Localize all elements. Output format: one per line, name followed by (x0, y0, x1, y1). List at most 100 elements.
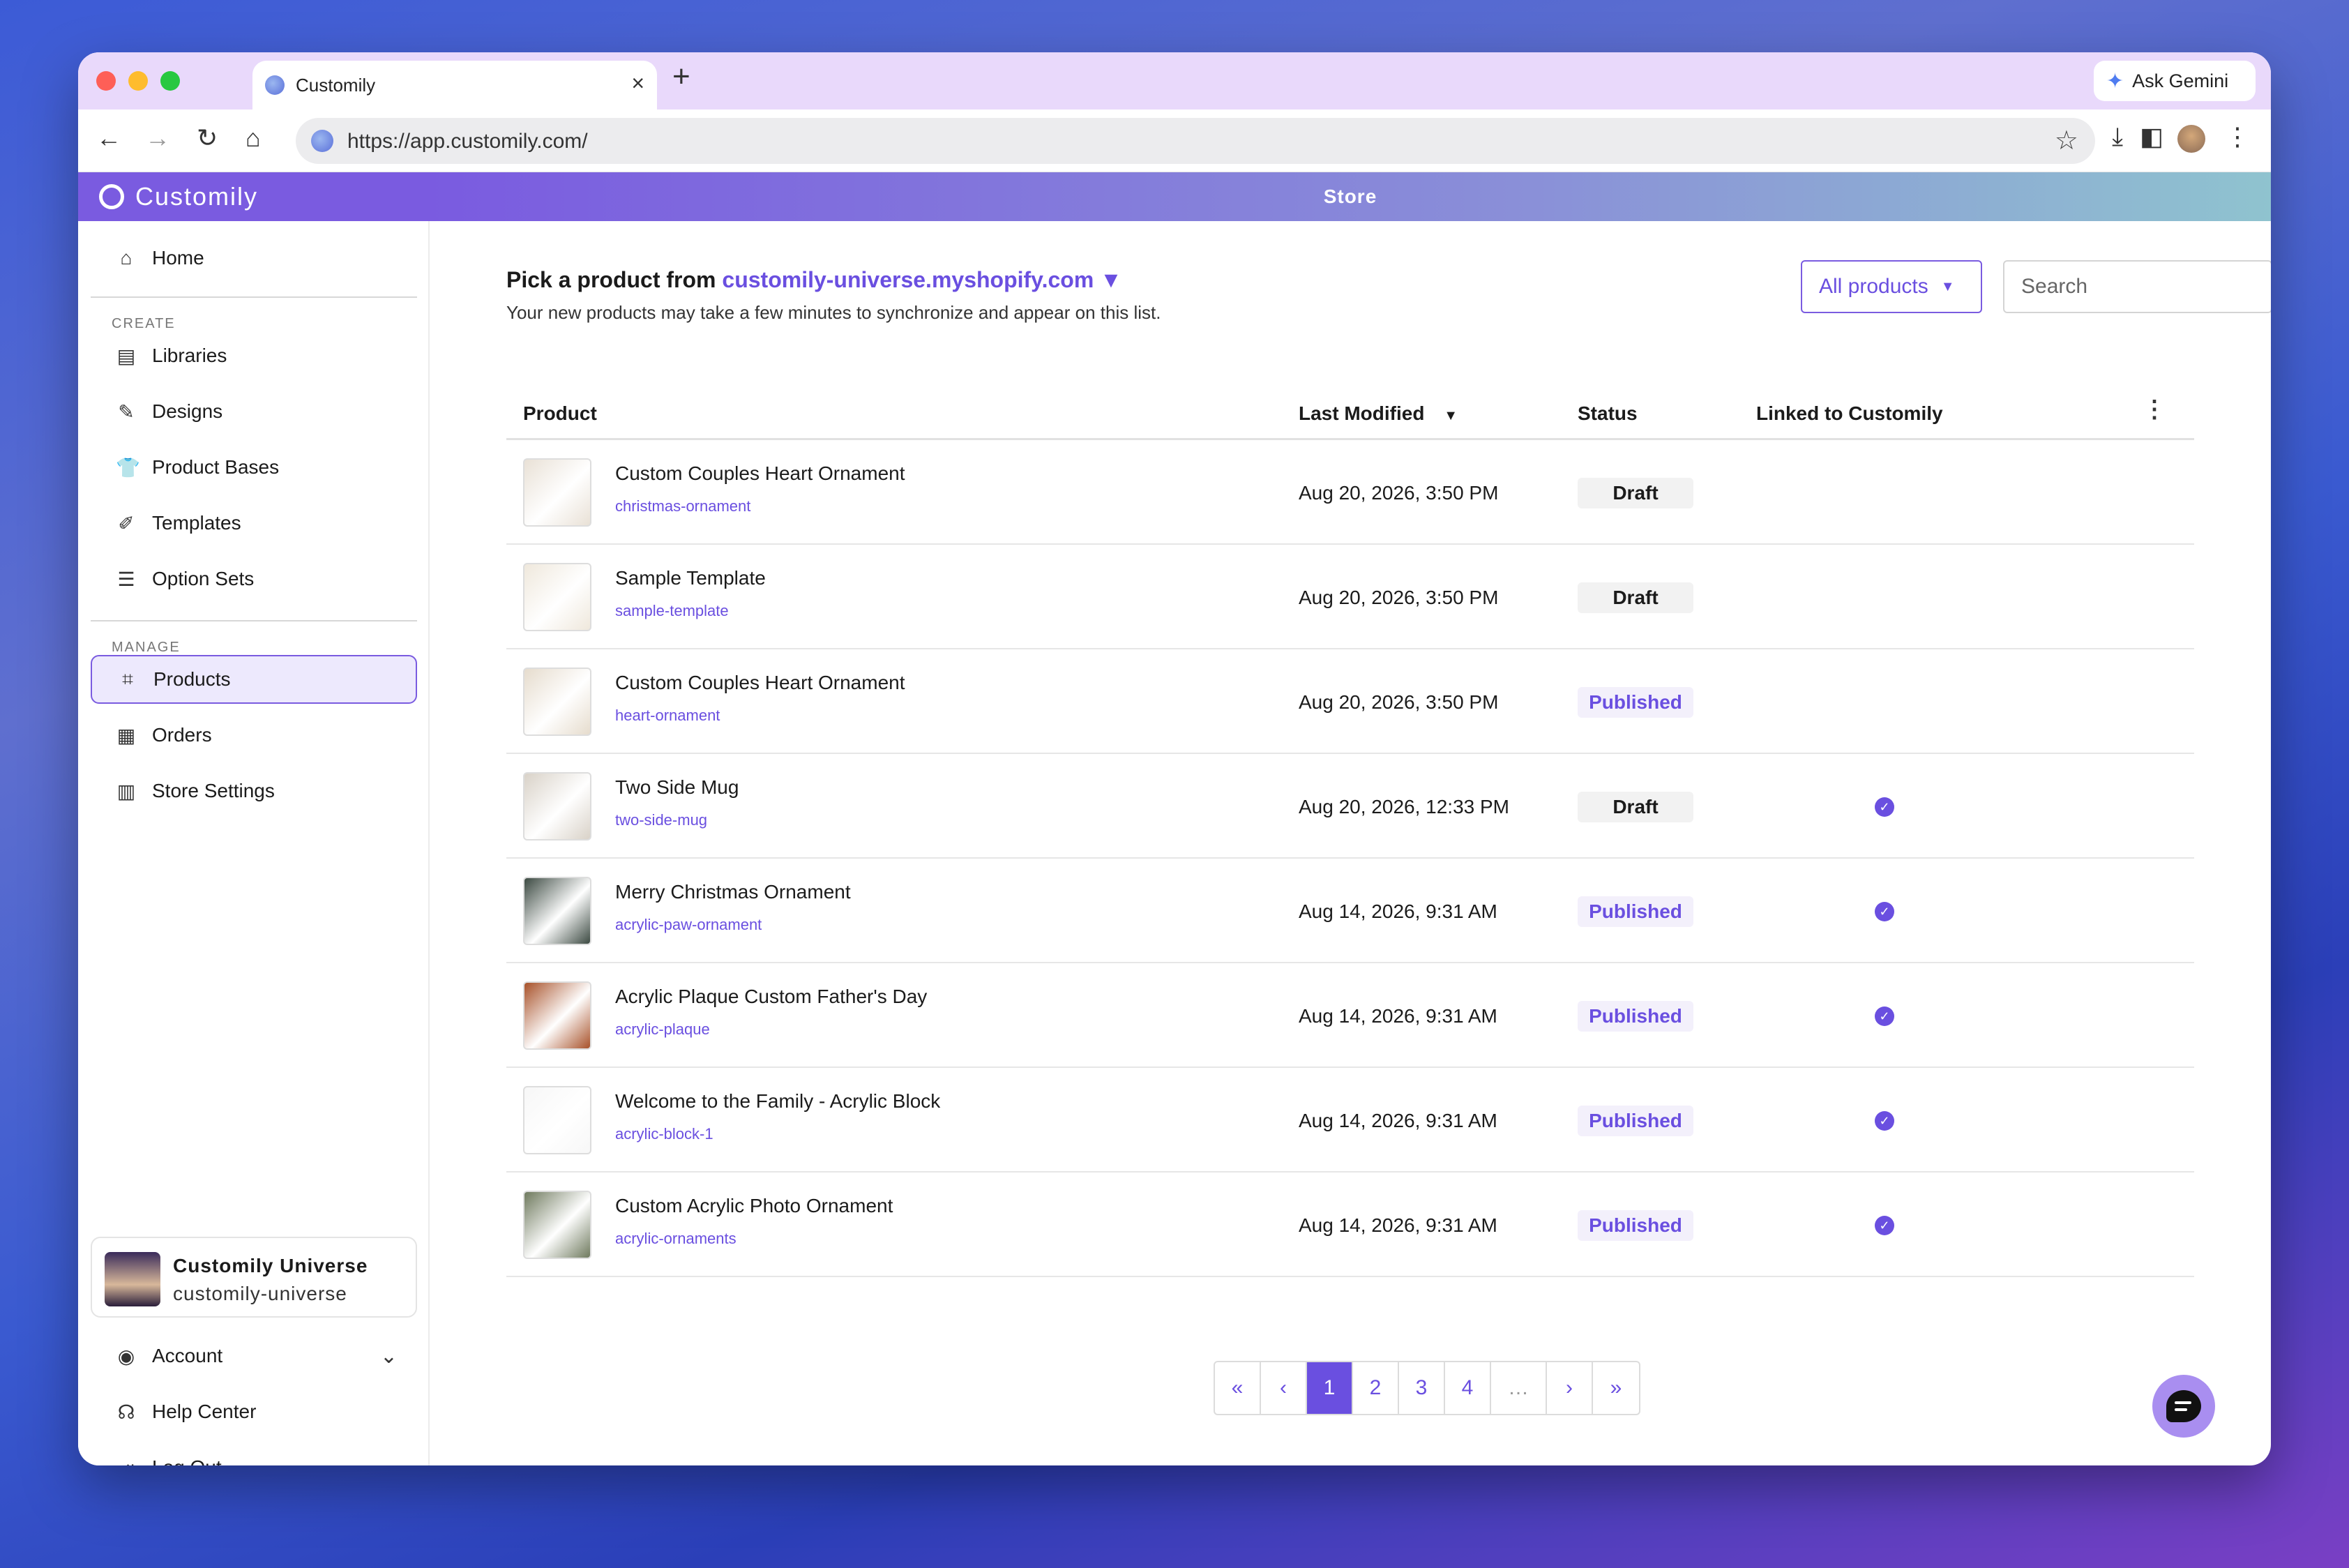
status-badge: Published (1578, 1210, 1693, 1241)
last-modified-date: Aug 20, 2026, 3:50 PM (1299, 691, 1499, 713)
sidebar-item-product-bases[interactable]: 👕 Product Bases (91, 443, 417, 492)
app: Customily Store ⌂ Home CREATE ▤ Librarie… (78, 172, 2271, 1465)
chat-button[interactable] (2152, 1375, 2215, 1438)
product-name[interactable]: Custom Acrylic Photo Ornament (615, 1195, 893, 1217)
home-icon: ⌂ (120, 247, 133, 269)
product-handle[interactable]: acrylic-plaque (615, 1020, 710, 1039)
browser-menu-icon[interactable]: ⋮ (2225, 122, 2250, 151)
table-row[interactable]: Acrylic Plaque Custom Father's Day acryl… (506, 963, 2194, 1068)
url-text[interactable]: https://app.customily.com/ (347, 130, 588, 153)
close-tab-icon[interactable]: × (631, 70, 644, 96)
product-handle[interactable]: acrylic-block-1 (615, 1125, 713, 1143)
sidebar-item-orders[interactable]: ▦ Orders (91, 711, 417, 760)
reload-icon[interactable]: ↻ (197, 123, 218, 153)
page-button[interactable]: 2 (1353, 1362, 1399, 1414)
first-page-button[interactable]: « (1215, 1362, 1261, 1414)
next-page-button[interactable]: › (1547, 1362, 1593, 1414)
section-label-manage: MANAGE (112, 640, 181, 655)
sort-caret-icon[interactable]: ▼ (1444, 408, 1458, 423)
page-button[interactable]: 3 (1399, 1362, 1445, 1414)
sidebar-item-account[interactable]: ◉ Account ⌄ (91, 1332, 417, 1380)
table-row[interactable]: Custom Couples Heart Ornament heart-orna… (506, 649, 2194, 754)
product-handle[interactable]: sample-template (615, 602, 729, 620)
sidebar-item-log-out[interactable]: ⇥ Log Out (91, 1443, 417, 1465)
product-name[interactable]: Sample Template (615, 567, 766, 589)
sidebar-item-option-sets[interactable]: ☰ Option Sets (91, 555, 417, 603)
sidebar-item-label: Home (152, 247, 204, 269)
brand-name: Customily (135, 182, 259, 211)
table-row[interactable]: Merry Christmas Ornament acrylic-paw-orn… (506, 859, 2194, 963)
page-button[interactable]: 1 (1307, 1362, 1353, 1414)
user-card[interactable]: Customily Universe customily-universe (91, 1237, 417, 1318)
tab-title: Customily (296, 75, 376, 96)
sidebar-item-store-settings[interactable]: ▥ Store Settings (91, 767, 417, 815)
product-handle[interactable]: christmas-ornament (615, 497, 750, 515)
product-thumbnail (523, 877, 591, 945)
table-row[interactable]: Custom Acrylic Photo Ornament acrylic-or… (506, 1173, 2194, 1277)
minimize-window-button[interactable] (128, 71, 148, 91)
table-row[interactable]: Custom Couples Heart Ornament christmas-… (506, 440, 2194, 545)
product-name[interactable]: Welcome to the Family - Acrylic Block (615, 1090, 940, 1113)
store-name[interactable]: customily-universe.myshopify.com (722, 267, 1094, 292)
bookmark-star-icon[interactable]: ☆ (2055, 125, 2078, 156)
product-filter-dropdown[interactable]: All products ▼ (1801, 260, 1982, 313)
designs-icon: ✎ (118, 400, 135, 423)
product-handle[interactable]: two-side-mug (615, 811, 707, 829)
product-name[interactable]: Merry Christmas Ornament (615, 881, 851, 903)
column-status: Status (1578, 402, 1638, 424)
profile-avatar[interactable] (2177, 125, 2205, 153)
divider (91, 620, 417, 621)
sidebar-item-products[interactable]: ⌗ Products (91, 655, 417, 704)
address-bar[interactable]: https://app.customily.com/ ☆ (296, 118, 2095, 164)
caret-down-icon: ▼ (1940, 278, 1955, 294)
maximize-window-button[interactable] (160, 71, 180, 91)
status-badge: Draft (1578, 792, 1693, 822)
close-window-button[interactable] (96, 71, 116, 91)
user-handle: customily-universe (173, 1283, 347, 1304)
sidebar: ⌂ Home CREATE ▤ Libraries ✎ Designs 👕 Pr… (78, 221, 430, 1465)
download-icon[interactable]: ⤓ (2112, 122, 2123, 152)
brand-bar[interactable]: Customily (78, 172, 430, 221)
product-handle[interactable]: acrylic-paw-ornament (615, 916, 762, 934)
sidebar-item-label: Option Sets (152, 568, 255, 589)
last-page-button[interactable]: » (1593, 1362, 1639, 1414)
linked-check-icon: ✓ (1875, 1111, 1894, 1131)
product-handle[interactable]: heart-ornament (615, 707, 720, 725)
table-row[interactable]: Sample Template sample-template Aug 20, … (506, 545, 2194, 649)
product-name[interactable]: Custom Couples Heart Ornament (615, 462, 905, 485)
product-name[interactable]: Acrylic Plaque Custom Father's Day (615, 986, 927, 1008)
sidebar-item-home[interactable]: ⌂ Home (91, 234, 417, 282)
search-input[interactable] (2003, 260, 2271, 313)
product-handle[interactable]: acrylic-ornaments (615, 1230, 737, 1248)
store-selector[interactable]: customily-universe.myshopify.com ▼ (722, 267, 1121, 292)
browser-tab[interactable]: Customily × (252, 61, 657, 110)
column-last-modified[interactable]: Last Modified ▼ (1299, 402, 1458, 425)
page-title: Store (1323, 186, 1377, 207)
table-row[interactable]: Welcome to the Family - Acrylic Block ac… (506, 1068, 2194, 1173)
sidebar-item-templates[interactable]: ✐ Templates (91, 499, 417, 548)
caret-down-icon[interactable]: ▼ (1100, 267, 1122, 292)
divider (91, 296, 417, 298)
table-row[interactable]: Two Side Mug two-side-mug Aug 20, 2026, … (506, 754, 2194, 859)
new-tab-button[interactable]: + (672, 59, 690, 94)
prev-page-button[interactable]: ‹ (1261, 1362, 1307, 1414)
chevron-down-icon[interactable]: ⌄ (380, 1344, 398, 1369)
status-badge: Draft (1578, 478, 1693, 508)
linked-check-icon: ✓ (1875, 797, 1894, 817)
sidebar-item-label: Libraries (152, 345, 227, 366)
home-icon[interactable]: ⌂ (246, 123, 261, 153)
more-options-icon[interactable]: ⋮ (2143, 395, 2166, 423)
sidebar-item-help-center[interactable]: ☊ Help Center (91, 1387, 417, 1436)
products-table: Product Last Modified ▼ Status Linked to… (506, 386, 2194, 1277)
forward-icon[interactable]: → (145, 123, 170, 153)
page-button[interactable]: 4 (1445, 1362, 1491, 1414)
back-icon[interactable]: ← (96, 123, 121, 153)
product-name[interactable]: Custom Couples Heart Ornament (615, 672, 905, 694)
sidebar-item-libraries[interactable]: ▤ Libraries (91, 331, 417, 380)
side-panel-icon[interactable]: ◧ (2140, 122, 2163, 151)
sidebar-item-designs[interactable]: ✎ Designs (91, 387, 417, 436)
ask-gemini-button[interactable]: ✦ Ask Gemini (2094, 61, 2256, 101)
site-info-icon[interactable] (311, 130, 333, 152)
product-name[interactable]: Two Side Mug (615, 776, 739, 799)
user-name: Customily Universe (173, 1255, 368, 1276)
